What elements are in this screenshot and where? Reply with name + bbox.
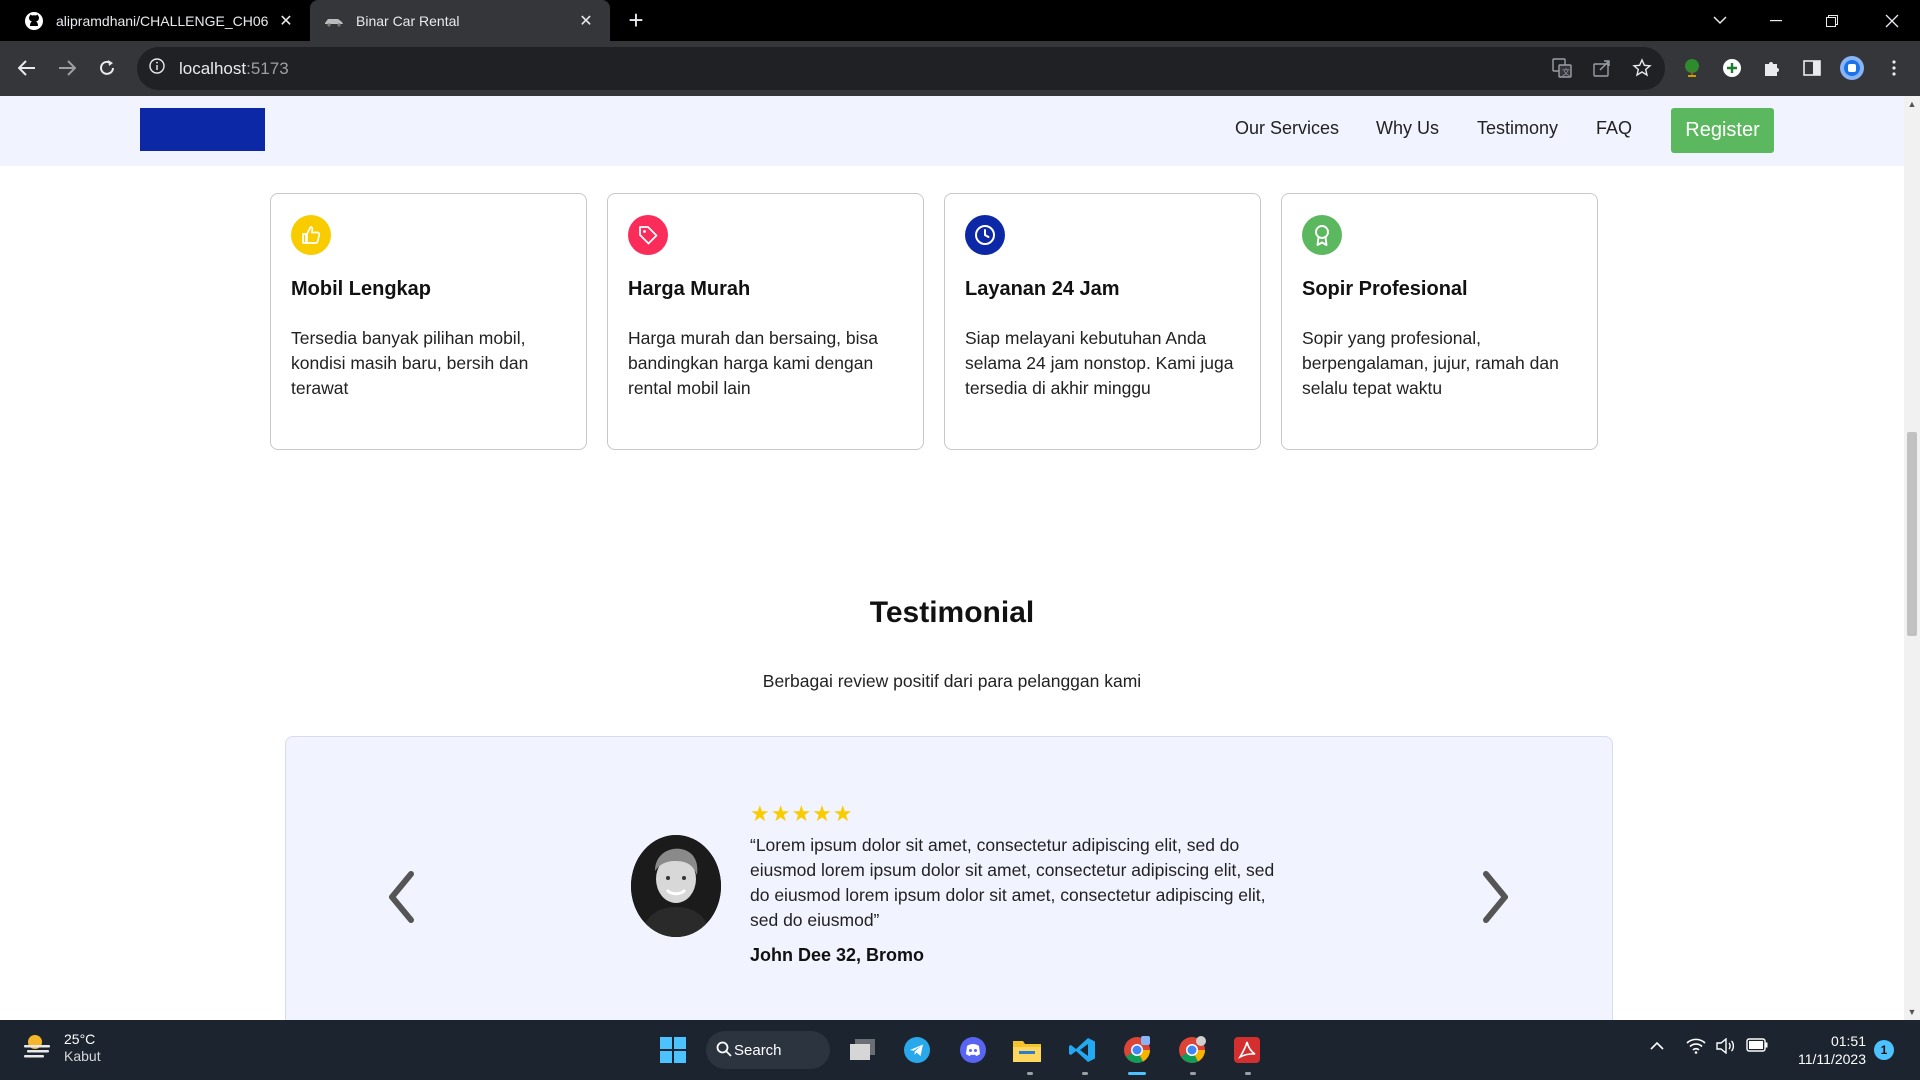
nav-link-why-us[interactable]: Why Us [1376,118,1439,139]
profile-avatar[interactable] [1838,54,1866,82]
rating-stars: ★★★★★ [750,801,854,826]
weather-fog-icon [22,1031,52,1064]
card-title: Mobil Lengkap [291,278,431,300]
testimonial-title: Testimonial [869,596,1035,629]
card-text: Sopir yang profesional, berpengalaman, j… [1302,328,1559,398]
running-indicator [1082,1072,1088,1075]
close-tab-icon[interactable]: ✕ [576,11,596,31]
running-indicator [1027,1072,1033,1075]
close-window-button[interactable] [1864,0,1920,41]
telegram-icon[interactable] [901,1034,933,1066]
bookmark-star-icon[interactable] [1628,54,1656,82]
browser-toolbar: localhost:5173 文 [0,41,1920,96]
new-tab-button[interactable]: + [622,6,650,34]
volume-icon[interactable] [1716,1037,1736,1057]
taskbar-search[interactable]: Search [706,1031,830,1069]
nav-link-testimony[interactable]: Testimony [1477,118,1558,139]
testimonial-carousel: ★★★★★ “Lorem ipsum dolor sit amet, conse… [285,736,1613,1020]
thumbs-up-icon [291,215,331,255]
card-text: Siap melayani kebutuhan Anda selama 24 j… [965,328,1234,398]
nav-link-our-services[interactable]: Our Services [1235,118,1339,139]
chrome-icon[interactable] [1121,1034,1153,1066]
why-us-card: Harga Murah Harga murah dan bersaing, bi… [607,193,924,450]
card-text: Harga murah dan bersaing, bisa bandingka… [628,328,879,398]
clock-date: 11/11/2023 [1798,1051,1866,1067]
site-info-icon[interactable] [149,58,165,79]
search-icon [716,1041,732,1061]
scroll-down-icon[interactable]: ▼ [1904,1004,1920,1020]
clock-icon [965,215,1005,255]
url-text: localhost:5173 [179,58,289,78]
why-us-card: Sopir Profesional Sopir yang profesional… [1281,193,1598,450]
page-scrollbar[interactable]: ▲ ▼ [1904,96,1920,1020]
github-icon [24,11,44,31]
system-clock[interactable]: 01:51 11/11/2023 [1786,1032,1866,1068]
avatar [631,835,721,937]
close-tab-icon[interactable]: ✕ [276,11,296,31]
side-panel-icon[interactable] [1798,54,1826,82]
vscode-icon[interactable] [1066,1034,1098,1066]
site-navbar: Our Services Why Us Testimony FAQ Regist… [0,96,1904,166]
svg-text:文: 文 [1562,67,1570,77]
chrome-profile-icon[interactable] [1176,1034,1208,1066]
page-viewport: Our Services Why Us Testimony FAQ Regist… [0,96,1904,1020]
why-us-card: Layanan 24 Jam Siap melayani kebutuhan A… [944,193,1261,450]
windows-start-icon[interactable] [657,1034,689,1066]
site-logo[interactable] [140,108,265,151]
tab-title: Binar Car Rental [356,12,460,29]
testimonial-quote: “Lorem ipsum dolor sit amet, consectetur… [750,835,1275,930]
chevron-right-icon[interactable] [1476,867,1516,927]
scrollbar-thumb[interactable] [1907,432,1917,636]
weather-temperature: 25°C [64,1031,96,1047]
taskbar-search-label: Search [734,1041,782,1059]
scroll-up-icon[interactable]: ▲ [1904,96,1920,112]
restore-button[interactable] [1804,0,1860,41]
why-us-card: Mobil Lengkap Tersedia banyak pilihan mo… [270,193,587,450]
back-arrow-icon[interactable] [11,52,43,84]
testimonial-author: John Dee 32, Bromo [750,945,925,965]
price-tag-icon [628,215,668,255]
weather-condition: Kabut [64,1048,101,1064]
testimonial-subtitle: Berbagai review positif dari para pelang… [762,671,1142,691]
extensions-puzzle-icon[interactable] [1758,54,1786,82]
translate-icon[interactable]: 文 [1548,54,1576,82]
active-indicator [1128,1072,1146,1075]
browser-tab-bar: alipramdhani/CHALLENGE_CH06 ✕ Binar Car … [0,0,1920,41]
file-explorer-icon[interactable] [1011,1034,1043,1066]
nav-link-faq[interactable]: FAQ [1596,118,1632,139]
minimize-button[interactable] [1748,0,1804,41]
forward-arrow-icon[interactable] [51,52,83,84]
running-indicator [1190,1072,1196,1075]
reload-icon[interactable] [91,52,123,84]
tab-search-icon[interactable] [1692,0,1748,41]
share-icon[interactable] [1588,54,1616,82]
card-title: Sopir Profesional [1302,278,1468,300]
browser-menu-icon[interactable] [1880,54,1908,82]
browser-tab-binar[interactable]: Binar Car Rental ✕ [310,0,610,41]
chevron-up-icon[interactable] [1650,1038,1664,1054]
acrobat-icon[interactable] [1231,1034,1263,1066]
register-button[interactable]: Register [1671,108,1774,153]
task-view-icon[interactable] [847,1034,879,1066]
windows-taskbar: 25°C Kabut Search 01:51 11/11/2023 1 [0,1020,1920,1080]
award-icon [1302,215,1342,255]
clock-time: 01:51 [1830,1033,1866,1049]
battery-icon[interactable] [1746,1038,1768,1055]
card-text: Tersedia banyak pilihan mobil, kondisi m… [291,328,529,398]
card-title: Harga Murah [628,278,751,300]
wifi-icon[interactable] [1686,1038,1706,1057]
running-indicator [1245,1072,1251,1075]
discord-icon[interactable] [957,1034,989,1066]
add-extension-icon[interactable] [1718,54,1746,82]
weather-widget[interactable]: 25°C Kabut [22,1030,101,1064]
card-title: Layanan 24 Jam [965,278,1120,300]
tree-extension-icon[interactable] [1678,54,1706,82]
notification-badge[interactable]: 1 [1874,1040,1894,1060]
address-bar[interactable]: localhost:5173 [137,47,1665,90]
tab-title: alipramdhani/CHALLENGE_CH06 [56,12,268,29]
browser-tab-github[interactable]: alipramdhani/CHALLENGE_CH06 ✕ [10,0,310,41]
chevron-left-icon[interactable] [381,867,421,927]
car-icon [324,11,344,31]
